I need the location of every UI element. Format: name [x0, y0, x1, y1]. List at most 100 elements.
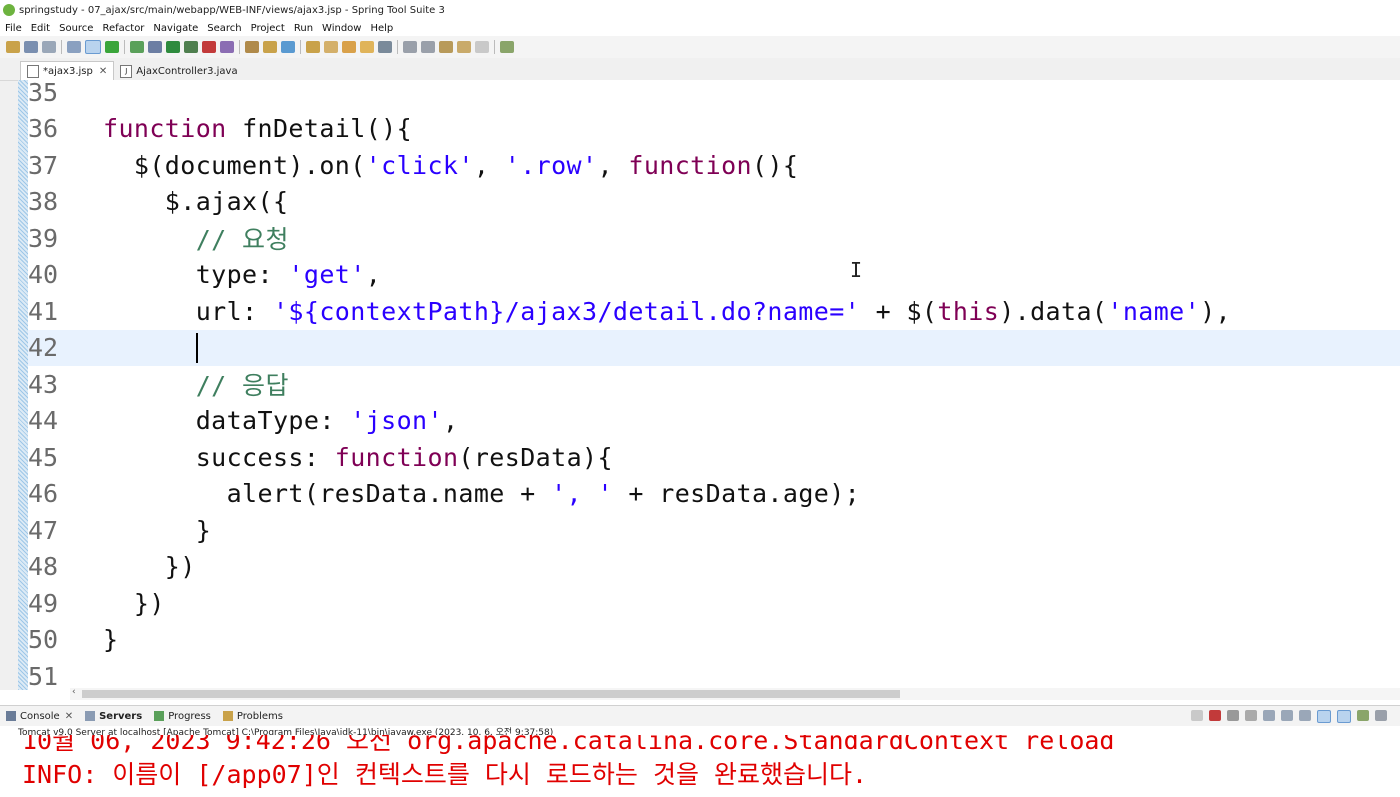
code-line: 45 success: function(resData){	[28, 439, 1400, 476]
coverage-icon[interactable]	[184, 41, 198, 53]
show-stderr-icon[interactable]	[1337, 710, 1351, 723]
code-text	[103, 332, 198, 364]
keyword-token: function	[628, 150, 752, 180]
code-token: (resData){	[458, 442, 613, 472]
last-edit-icon[interactable]	[439, 41, 453, 53]
remove-all-icon[interactable]	[1245, 710, 1257, 721]
clear-console-icon[interactable]	[1191, 710, 1203, 721]
view-menu-icon[interactable]	[1375, 710, 1387, 721]
console-line: 10월 06, 2023 9:42:26 오전 org.apache.catal…	[22, 735, 1115, 755]
globe-icon[interactable]	[378, 41, 392, 53]
line-number: 41	[28, 296, 59, 326]
prev-annotation-icon[interactable]	[421, 41, 435, 53]
new-server-icon[interactable]	[245, 41, 259, 53]
code-line: 43 // 응답	[28, 366, 1400, 403]
open-type-icon[interactable]	[263, 41, 277, 53]
code-token: })	[103, 552, 196, 582]
toolbar-separator	[61, 40, 62, 54]
terminal-icon[interactable]	[67, 41, 81, 53]
tab-progress[interactable]: Progress	[154, 711, 211, 722]
menu-source[interactable]: Source	[59, 23, 93, 34]
menu-project[interactable]: Project	[251, 23, 285, 34]
spring-boot-icon[interactable]	[105, 41, 119, 53]
back-icon[interactable]	[457, 41, 471, 53]
code-line: 49 })	[28, 585, 1400, 622]
open-console-icon[interactable]	[1357, 710, 1369, 721]
menu-file[interactable]: File	[5, 23, 22, 34]
new-icon[interactable]	[6, 41, 20, 53]
debug-icon[interactable]	[148, 41, 162, 53]
code-token: + resData.age);	[612, 479, 861, 509]
new-wizard-icon[interactable]	[281, 41, 295, 53]
code-token: ).data(	[999, 296, 1108, 326]
save-all-icon[interactable]	[42, 41, 56, 53]
tab-label: Servers	[99, 710, 143, 722]
open-file-icon[interactable]	[324, 41, 338, 53]
menu-run[interactable]: Run	[294, 23, 313, 34]
pin-editor-icon[interactable]	[500, 41, 514, 53]
code-text: alert(resData.name + ', ' + resData.age)…	[103, 479, 860, 508]
menu-search[interactable]: Search	[207, 23, 241, 34]
terminate-icon[interactable]	[1209, 710, 1221, 721]
menu-refactor[interactable]: Refactor	[102, 23, 144, 34]
refresh-icon[interactable]	[130, 41, 144, 53]
menu-edit[interactable]: Edit	[31, 23, 50, 34]
pen-icon[interactable]	[342, 41, 356, 53]
horizontal-scrollbar[interactable]: ‹	[70, 687, 1400, 700]
menu-window[interactable]: Window	[322, 23, 361, 34]
scroll-left-icon[interactable]: ‹	[72, 687, 76, 697]
code-token: success:	[103, 442, 335, 472]
code-line: 39 // 요청	[28, 220, 1400, 257]
scrollbar-thumb[interactable]	[82, 690, 900, 698]
tab-console[interactable]: Console ✕	[6, 711, 73, 722]
line-number: 49	[28, 588, 59, 618]
task-icon[interactable]	[360, 41, 374, 53]
code-text: url: '${contextPath}/ajax3/detail.do?nam…	[103, 297, 1231, 326]
menu-help[interactable]: Help	[370, 23, 393, 34]
code-line: 47 }	[28, 512, 1400, 549]
line-number: 48	[28, 552, 59, 582]
next-annotation-icon[interactable]	[403, 41, 417, 53]
word-wrap-icon[interactable]	[1281, 710, 1293, 721]
line-number: 36	[28, 114, 59, 144]
code-token: dataType:	[103, 406, 351, 436]
line-number: 44	[28, 406, 59, 436]
show-stdout-icon[interactable]	[1317, 710, 1331, 723]
close-icon[interactable]: ✕	[99, 66, 107, 77]
string-token: 'json'	[350, 406, 443, 436]
spring-app-icon	[3, 4, 15, 16]
code-editor[interactable]: 35 36 function fnDetail(){ 37 $(document…	[28, 80, 1400, 688]
code-token: url:	[103, 296, 273, 326]
tab-ajaxcontroller3-java[interactable]: J AjaxController3.java	[114, 62, 243, 80]
line-number: 47	[28, 515, 59, 545]
code-text: $.ajax({	[103, 187, 288, 216]
toggle-mark-icon[interactable]	[85, 40, 101, 54]
tab-ajax3-jsp[interactable]: *ajax3.jsp ✕	[20, 61, 115, 80]
left-trim	[0, 58, 18, 690]
menu-navigate[interactable]: Navigate	[153, 23, 198, 34]
string-token: '.row'	[504, 150, 598, 180]
scroll-lock-icon[interactable]	[1263, 710, 1275, 721]
pin-console-icon[interactable]	[1299, 710, 1311, 721]
line-number: 50	[28, 625, 59, 655]
code-line: 50 }	[28, 622, 1400, 659]
string-token: 'get'	[288, 260, 366, 290]
tab-servers[interactable]: Servers	[85, 711, 142, 722]
code-line: 40 type: 'get',	[28, 257, 1400, 294]
forward-icon[interactable]	[475, 41, 489, 53]
remove-launch-icon[interactable]	[1227, 710, 1239, 721]
code-line: 38 $.ajax({	[28, 184, 1400, 221]
tab-problems[interactable]: Problems	[222, 711, 283, 722]
save-icon[interactable]	[24, 41, 38, 53]
run-icon[interactable]	[166, 41, 180, 53]
menu-bar: File Edit Source Refactor Navigate Searc…	[0, 20, 1400, 36]
external-tools-icon[interactable]	[220, 41, 234, 53]
code-line: 46 alert(resData.name + ', ' + resData.a…	[28, 476, 1400, 513]
keyword-token: this	[937, 296, 1000, 326]
code-token: ),	[1200, 296, 1231, 326]
open-folder-icon[interactable]	[306, 41, 320, 53]
close-icon[interactable]: ✕	[65, 711, 73, 722]
tab-label: *ajax3.jsp	[43, 65, 93, 77]
console-output[interactable]: 10월 06, 2023 9:42:26 오전 org.apache.catal…	[0, 735, 1400, 797]
stop-icon[interactable]	[202, 41, 216, 53]
